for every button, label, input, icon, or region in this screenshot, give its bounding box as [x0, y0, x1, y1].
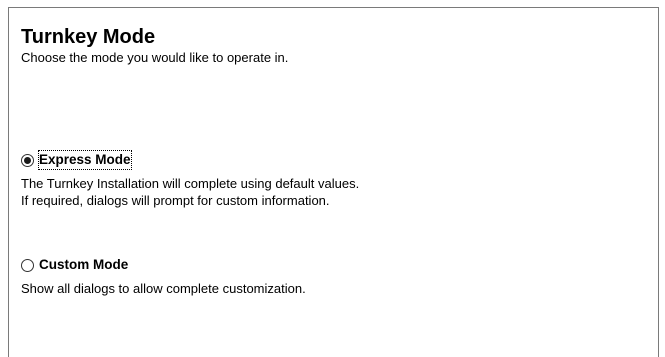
page-subtitle: Choose the mode you would like to operat…	[21, 50, 289, 65]
express-mode-option: Express Mode The Turnkey Installation wi…	[21, 150, 359, 209]
page-title: Turnkey Mode	[21, 26, 156, 48]
custom-mode-radio-button[interactable]	[21, 258, 34, 272]
express-mode-radio-row[interactable]: Express Mode	[21, 150, 359, 170]
custom-mode-radio-row[interactable]: Custom Mode	[21, 256, 306, 274]
express-mode-radio-button[interactable]	[21, 153, 34, 167]
custom-mode-description-line: Show all dialogs to allow complete custo…	[21, 281, 306, 296]
express-mode-description: The Turnkey Installation will complete u…	[21, 175, 359, 209]
express-mode-description-line: The Turnkey Installation will complete u…	[21, 176, 360, 191]
express-mode-label[interactable]: Express Mode	[38, 150, 132, 170]
custom-mode-label[interactable]: Custom Mode	[39, 256, 128, 274]
turnkey-mode-panel: Turnkey Mode Choose the mode you would l…	[8, 7, 659, 357]
radio-selected-dot	[24, 156, 31, 164]
custom-mode-description: Show all dialogs to allow complete custo…	[21, 280, 306, 297]
custom-mode-option: Custom Mode Show all dialogs to allow co…	[21, 256, 306, 297]
express-mode-description-line: If required, dialogs will prompt for cus…	[21, 193, 330, 208]
